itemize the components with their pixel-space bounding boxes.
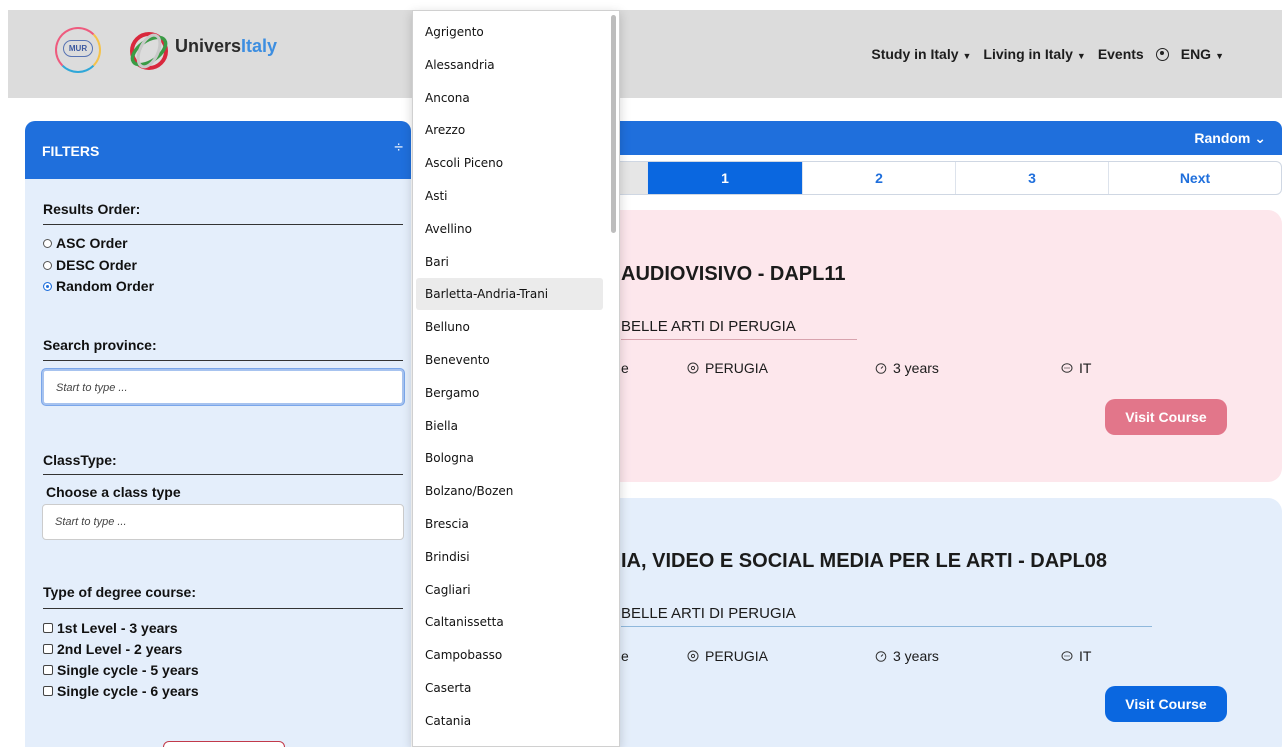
search-province-input[interactable]: Start to type ... (42, 369, 404, 405)
order-option-asc[interactable]: ASC Order (43, 235, 128, 251)
section-divider (43, 608, 403, 609)
province-option[interactable]: Brescia (416, 508, 603, 540)
brand-wordmark[interactable]: UniversItaly (175, 36, 277, 57)
degree-option-single-5[interactable]: Single cycle - 5 years (43, 662, 199, 678)
caret-down-icon: ▼ (1076, 51, 1086, 61)
chevron-down-icon: ⌄ (1254, 130, 1266, 146)
province-option[interactable]: Arezzo (416, 114, 603, 146)
filters-panel: FILTERS ÷ Results Order: ASC Order DESC … (25, 121, 411, 747)
course-institution: BELLE ARTI DI PERUGIA (621, 605, 796, 622)
chat-bubble-icon (1061, 651, 1073, 661)
course-city: PERUGIA (687, 648, 768, 664)
pagination-next[interactable]: Next (1108, 162, 1281, 194)
radio-button[interactable] (43, 238, 52, 248)
visit-course-button[interactable]: Visit Course (1105, 686, 1227, 722)
course-language: IT (1061, 360, 1091, 376)
province-option[interactable]: Alessandria (416, 49, 603, 81)
checkbox[interactable] (43, 623, 53, 633)
page-1[interactable]: 1 (647, 162, 802, 194)
filters-title: FILTERS (42, 143, 100, 159)
collapse-icon[interactable]: ÷ (394, 139, 403, 157)
checkbox[interactable] (43, 665, 53, 675)
card-divider (621, 339, 857, 340)
search-province-label: Search province: (43, 337, 157, 353)
main-nav: Study in Italy ▼ Living in Italy ▼ Events … (871, 46, 1224, 62)
nav-events[interactable]: Events (1098, 46, 1144, 62)
degree-option-2nd-level[interactable]: 2nd Level - 2 years (43, 641, 182, 657)
nav-language[interactable]: ENG ▼ (1181, 46, 1224, 62)
province-option[interactable]: Bergamo (416, 377, 603, 409)
timer-icon (875, 651, 887, 662)
results-order-label: Results Order: (43, 201, 141, 217)
choose-class-label: Choose a class type (46, 484, 181, 500)
classtype-label: ClassType: (43, 452, 117, 468)
course-duration: 3 years (875, 360, 939, 376)
nav-study-in-italy[interactable]: Study in Italy ▼ (871, 46, 971, 62)
province-option[interactable]: Bari (416, 246, 603, 278)
section-divider (43, 360, 403, 361)
course-institution: BELLE ARTI DI PERUGIA (621, 318, 796, 335)
mur-logo-text: MUR (63, 40, 93, 57)
province-option[interactable]: Avellino (416, 213, 603, 245)
province-option[interactable]: Belluno (416, 311, 603, 343)
course-title[interactable]: AUDIOVISIVO - DAPL11 (621, 263, 846, 286)
page-3[interactable]: 3 (955, 162, 1108, 194)
page-2[interactable]: 2 (802, 162, 955, 194)
course-language: IT (1061, 648, 1091, 664)
filters-header[interactable]: FILTERS ÷ (25, 121, 411, 179)
course-type: e (621, 360, 629, 376)
course-duration: 3 years (875, 648, 939, 664)
section-divider (43, 224, 403, 225)
province-option[interactable]: Benevento (416, 344, 603, 376)
province-option[interactable]: Ancona (416, 82, 603, 114)
checkbox[interactable] (43, 644, 53, 654)
province-option[interactable]: Agrigento (416, 16, 603, 48)
sort-select[interactable]: Random ⌄ (1194, 130, 1266, 147)
card-divider (621, 626, 1152, 627)
province-option[interactable]: Barletta-Andria-Trani (416, 278, 603, 311)
class-type-input[interactable]: Start to type ... (42, 504, 404, 540)
province-option[interactable]: Bologna (416, 442, 603, 474)
order-option-desc[interactable]: DESC Order (43, 257, 137, 273)
province-option[interactable]: Bolzano/Bozen (416, 475, 603, 507)
page: MUR UniversItaly Study in Italy ▼ Living … (0, 0, 1282, 747)
province-option[interactable]: Brindisi (416, 541, 603, 573)
province-option[interactable]: Catania (416, 705, 603, 737)
nav-living-in-italy[interactable]: Living in Italy ▼ (983, 46, 1085, 62)
degree-type-label: Type of degree course: (43, 584, 197, 600)
degree-option-1st-level[interactable]: 1st Level - 3 years (43, 620, 178, 636)
province-option[interactable]: Asti (416, 180, 603, 212)
location-pin-icon (687, 650, 699, 662)
section-divider (43, 474, 403, 475)
province-option[interactable]: Ascoli Piceno (416, 147, 603, 179)
radio-button-checked[interactable] (43, 281, 52, 291)
dropdown-scroll-thumb[interactable] (611, 15, 616, 233)
checkbox[interactable] (43, 686, 53, 696)
visit-course-button[interactable]: Visit Course (1105, 399, 1227, 435)
caret-down-icon: ▼ (1215, 51, 1224, 61)
course-type: e (621, 648, 629, 664)
course-city: PERUGIA (687, 360, 768, 376)
brand-part2: Italy (241, 36, 278, 56)
province-option[interactable]: Biella (416, 410, 603, 442)
province-option[interactable]: Cagliari (416, 574, 603, 606)
reset-filters-button[interactable] (163, 741, 285, 747)
user-account-icon[interactable] (1155, 47, 1169, 61)
chat-bubble-icon (1061, 363, 1073, 373)
location-pin-icon (687, 362, 699, 374)
mur-logo[interactable]: MUR (55, 27, 101, 73)
brand-part1: Univers (175, 36, 242, 56)
order-option-random[interactable]: Random Order (43, 278, 154, 294)
province-dropdown-list[interactable]: Agrigento Alessandria Ancona Arezzo Ascoli P… (412, 10, 620, 747)
course-title[interactable]: IA, VIDEO E SOCIAL MEDIA PER LE ARTI - D… (621, 550, 1107, 573)
province-option[interactable]: Caserta (416, 672, 603, 704)
province-option[interactable]: Caltanissetta (416, 606, 603, 638)
universitaly-logo-icon[interactable] (127, 30, 171, 72)
degree-option-single-6[interactable]: Single cycle - 6 years (43, 683, 199, 699)
caret-down-icon: ▼ (962, 51, 972, 61)
radio-button[interactable] (43, 260, 52, 270)
timer-icon (875, 363, 887, 374)
province-option[interactable]: Campobasso (416, 639, 603, 671)
